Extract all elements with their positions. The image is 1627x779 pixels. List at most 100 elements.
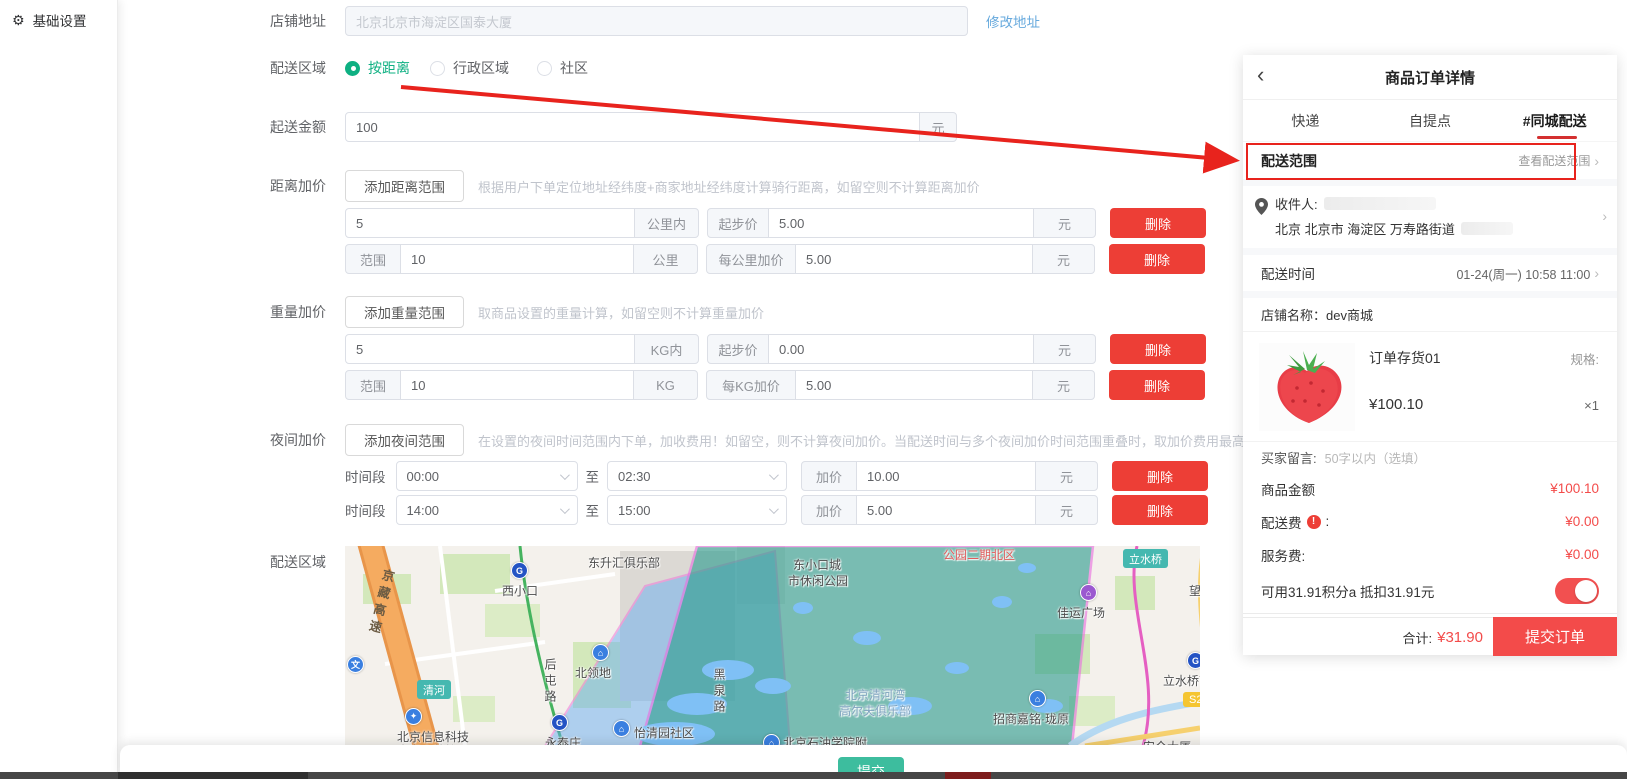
building-icon: ⌂ — [613, 720, 630, 737]
back-icon[interactable]: ‹ — [1257, 62, 1264, 88]
delivery-area-label: 配送区域 — [258, 58, 326, 78]
product-spec: 规格: — [1571, 349, 1599, 368]
night-2-price-unit: 元 — [1035, 495, 1098, 525]
product-quantity: ×1 — [1584, 398, 1599, 413]
distance-row-2: 范围 10 公里 每公里加价 5.00 元 删除 — [258, 244, 1205, 274]
edit-address-link[interactable]: 修改地址 — [986, 11, 1040, 31]
distance-2-delete-button[interactable]: 删除 — [1109, 244, 1205, 274]
add-weight-range-button[interactable]: 添加重量范围 — [345, 296, 464, 328]
distance-fee-help: 根据用户下单定位地址经纬度+商家地址经纬度计算骑行距离，如留空则不计算距离加价 — [478, 177, 980, 196]
radio-by-distance-label[interactable]: 按距离 — [368, 58, 410, 78]
distance-2-price-input[interactable]: 5.00 — [795, 244, 1033, 274]
delivery-fee-label: 配送费 — [1261, 512, 1302, 532]
delivery-map[interactable]: 京藏高速 东升汇俱乐部 东小口城 市休闲公园 公园二期北区 立水桥 G 西小口 … — [345, 546, 1200, 746]
distance-1-value-input[interactable]: 5 — [345, 208, 635, 238]
distance-1-price-input[interactable]: 5.00 — [768, 208, 1034, 238]
night-1-end-select[interactable]: 02:30 — [607, 461, 787, 491]
metro-station-icon: G — [551, 714, 568, 731]
chevron-down-icon — [769, 504, 779, 514]
service-fee-label: 服务费: — [1261, 545, 1305, 565]
weight-row-2: 范围 10 KG 每KG加价 5.00 元 删除 — [258, 370, 1205, 400]
distance-1-price-label: 起步价 — [707, 208, 769, 238]
tab-pickup[interactable]: 自提点 — [1368, 111, 1493, 131]
radio-by-distance[interactable] — [345, 61, 360, 76]
tab-express[interactable]: 快递 — [1243, 111, 1368, 131]
delivery-time-row[interactable]: 配送时间 01-24(周一) 10:58 11:00 › — [1243, 255, 1617, 291]
map-badge-lishuiqiao: 立水桥 — [1123, 549, 1168, 568]
taskbar-strip — [0, 772, 1627, 779]
night-2-end-select[interactable]: 15:00 — [607, 495, 787, 525]
weight-2-range-label: 范围 — [345, 370, 401, 400]
add-night-range-button[interactable]: 添加夜间范围 — [345, 424, 464, 456]
building-icon: ⌂ — [592, 644, 609, 661]
night-1-delete-button[interactable]: 删除 — [1112, 461, 1208, 491]
weight-1-value-input[interactable]: 5 — [345, 334, 635, 364]
min-amount-row: 起送金额 100 元 — [258, 112, 957, 142]
map-section-label: 配送区域 — [258, 552, 326, 572]
buyer-message-row[interactable]: 买家留言: 50字以内（选填） — [1243, 442, 1617, 472]
view-range-link[interactable]: 查看配送范围 — [1518, 152, 1590, 169]
night-2-price-input[interactable]: 5.00 — [856, 495, 1036, 525]
store-address-label: 店铺地址 — [258, 11, 326, 31]
map-label: 北京清河湾 — [845, 686, 905, 703]
radio-community[interactable] — [537, 61, 552, 76]
weight-1-delete-button[interactable]: 删除 — [1110, 334, 1206, 364]
chevron-right-icon: › — [1602, 208, 1607, 224]
min-amount-unit: 元 — [919, 112, 957, 142]
night-1-start-select[interactable]: 00:00 — [396, 461, 578, 491]
radio-admin-region[interactable] — [430, 61, 445, 76]
submit-order-button[interactable]: 提交订单 — [1493, 617, 1617, 656]
product-price: ¥100.10 — [1369, 396, 1423, 413]
service-fee-value: ¥0.00 — [1565, 547, 1599, 562]
recipient-address-row[interactable]: 收件人: 北京 北京市 海淀区 万寿路街道 › — [1243, 186, 1617, 248]
tab-city-delivery[interactable]: #同城配送 — [1492, 111, 1617, 131]
min-amount-input[interactable]: 100 — [345, 112, 920, 142]
distance-2-unit: 公里 — [633, 244, 698, 274]
night-2-start-select[interactable]: 14:00 — [396, 495, 578, 525]
chevron-down-icon — [559, 504, 569, 514]
sidebar-item-basic-settings[interactable]: ⚙ 基础设置 — [0, 0, 117, 40]
info-icon[interactable]: ! — [1307, 515, 1321, 529]
weight-1-price-unit: 元 — [1033, 334, 1096, 364]
weight-2-value-input[interactable]: 10 — [400, 370, 634, 400]
points-toggle[interactable] — [1555, 578, 1599, 604]
map-badge-qinghe: 清河 — [417, 680, 451, 699]
buyer-message-label: 买家留言: — [1261, 448, 1317, 467]
add-distance-range-button[interactable]: 添加距离范围 — [345, 170, 464, 202]
chevron-right-icon: › — [1594, 265, 1599, 281]
sidebar-item-label: 基础设置 — [33, 10, 87, 30]
distance-1-unit: 公里内 — [634, 208, 699, 238]
weight-2-delete-button[interactable]: 删除 — [1109, 370, 1205, 400]
store-address-input[interactable]: 北京北京市海淀区国泰大厦 — [345, 6, 968, 36]
goods-amount-label: 商品金额 — [1261, 479, 1315, 499]
distance-2-range-label: 范围 — [345, 244, 401, 274]
map-label: 怡清园社区 — [634, 724, 694, 741]
weight-row-1: 5 KG内 起步价 0.00 元 删除 — [258, 334, 1206, 364]
weight-fee-help: 取商品设置的重量计算，如留空则不计算重量加价 — [478, 303, 764, 322]
product-row[interactable]: 订单存货01 规格: ¥100.10 ×1 — [1243, 332, 1617, 442]
school-icon: ✦ — [405, 708, 422, 725]
points-row: 可用31.91积分a 抵扣31.91元 — [1243, 571, 1617, 611]
delivery-range-row[interactable]: 配送范围 查看配送范围 › — [1243, 142, 1617, 179]
night-1-price-input[interactable]: 10.00 — [856, 461, 1036, 491]
map-canvas[interactable] — [345, 546, 1200, 746]
delivery-fee-value: ¥0.00 — [1565, 514, 1599, 529]
radio-admin-region-label[interactable]: 行政区域 — [453, 58, 509, 78]
night-1-to-label: 至 — [586, 466, 600, 486]
order-bottom-bar: 合计: ¥31.90 提交订单 — [1243, 617, 1617, 655]
distance-fee-header: 距离加价 添加距离范围 根据用户下单定位地址经纬度+商家地址经纬度计算骑行距离，… — [258, 170, 980, 202]
location-pin-icon — [1255, 198, 1268, 215]
distance-2-value-input[interactable]: 10 — [400, 244, 634, 274]
map-label: 黑泉路 — [711, 668, 728, 716]
night-fee-label: 夜间加价 — [258, 430, 326, 450]
weight-2-price-input[interactable]: 5.00 — [795, 370, 1033, 400]
active-tab-indicator — [1537, 136, 1577, 139]
night-1-price-label: 加价 — [801, 461, 857, 491]
night-2-to-label: 至 — [586, 500, 600, 520]
product-image-strawberry — [1259, 343, 1355, 431]
weight-1-price-input[interactable]: 0.00 — [768, 334, 1034, 364]
radio-community-label[interactable]: 社区 — [560, 58, 588, 78]
distance-1-delete-button[interactable]: 删除 — [1110, 208, 1206, 238]
night-2-delete-button[interactable]: 删除 — [1112, 495, 1208, 525]
buyer-message-placeholder: 50字以内（选填） — [1325, 448, 1426, 467]
